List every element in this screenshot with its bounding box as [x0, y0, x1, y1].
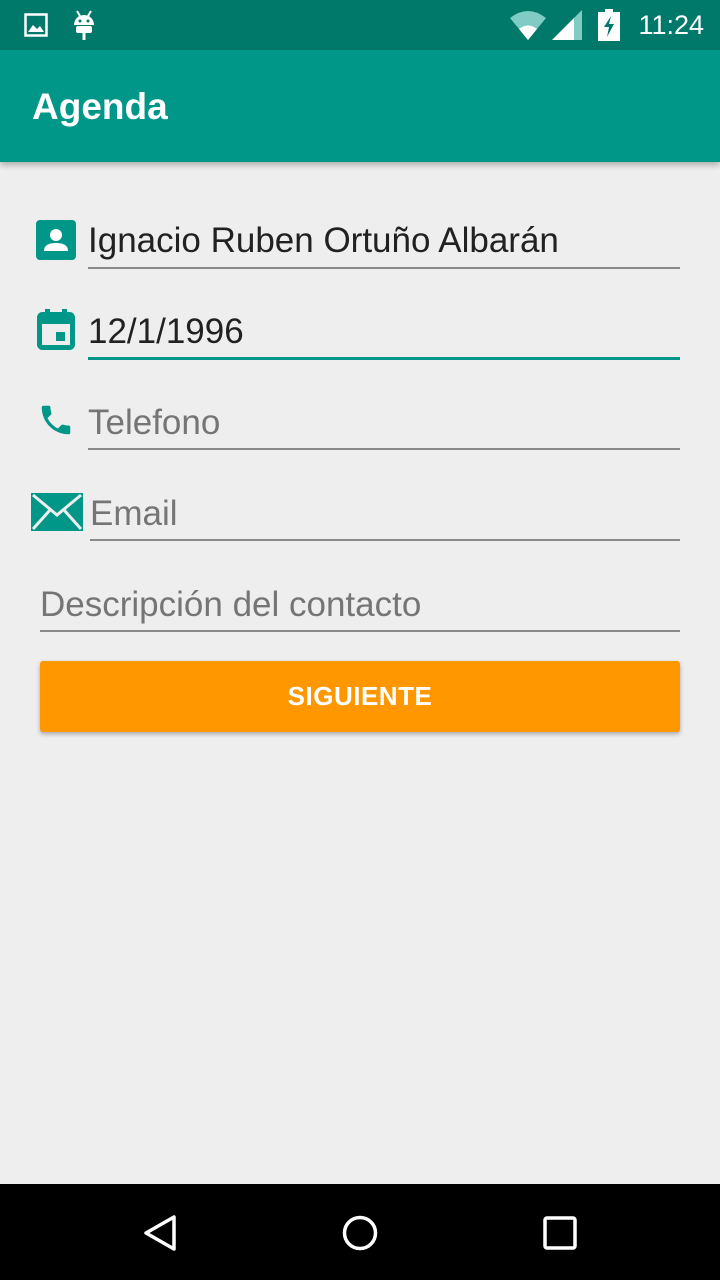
wifi-icon [510, 11, 546, 40]
app-bar: Agenda [0, 50, 720, 162]
status-time: 11:24 [638, 10, 704, 40]
email-field[interactable]: Email [90, 494, 178, 534]
name-field[interactable]: Ignacio Ruben Ortuño Albarán [88, 221, 559, 261]
person-icon [36, 220, 76, 260]
android-icon [74, 10, 94, 40]
description-field[interactable]: Descripción del contacto [40, 585, 421, 625]
description-field-underline [40, 630, 680, 632]
signal-icon [552, 10, 582, 40]
mail-icon [31, 493, 83, 531]
date-field[interactable]: 12/1/1996 [88, 312, 244, 352]
navigation-bar [0, 1184, 720, 1280]
phone-field[interactable]: Telefono [88, 403, 220, 443]
calendar-icon [37, 309, 75, 350]
date-field-underline [88, 357, 680, 360]
phone-field-underline [88, 448, 680, 450]
name-field-underline [88, 267, 680, 269]
recents-icon[interactable] [541, 1214, 579, 1252]
back-icon[interactable] [140, 1213, 180, 1253]
home-icon[interactable] [340, 1213, 380, 1253]
status-bar: 11:24 [0, 0, 720, 50]
next-button[interactable]: SIGUIENTE [40, 661, 680, 732]
email-field-underline [90, 539, 680, 541]
battery-charging-icon [598, 9, 620, 41]
image-icon [24, 13, 48, 37]
app-title: Agenda [32, 86, 168, 127]
phone-icon [41, 405, 71, 435]
